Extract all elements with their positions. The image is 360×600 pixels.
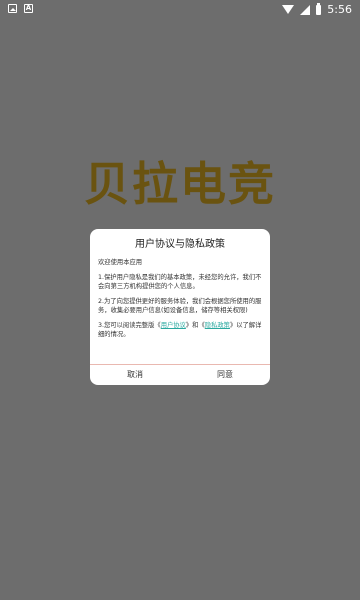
privacy-dialog: 用户协议与隐私政策 欢迎使用本应用 1.保护用户隐私是我们的基本政策，未经您的允… [90,229,270,385]
notification-icons: A [8,4,33,13]
status-bar: A 5:56 [0,0,360,20]
status-time: 5:56 [327,3,352,16]
dialog-body: 欢迎使用本应用 1.保护用户隐私是我们的基本政策，未经您的允许，我们不会向第三方… [90,252,270,339]
dialog-paragraph-2: 2.为了向您提供更好的服务体验，我们会根据您所使用的服务，收集必要用户信息(如设… [98,298,262,314]
agree-button[interactable]: 同意 [180,365,270,385]
user-agreement-link[interactable]: 用户协议 [161,322,186,329]
wifi-icon [282,5,295,14]
brand-logo-text: 贝拉电竞 [84,157,276,211]
system-icons: 5:56 [282,2,352,16]
privacy-policy-link[interactable]: 隐私政策 [205,322,230,329]
signal-icon [300,4,311,15]
battery-icon [316,2,322,15]
dialog-greeting: 欢迎使用本应用 [98,259,143,266]
a-notification-icon: A [24,4,33,13]
image-notification-icon [8,4,17,13]
dialog-paragraph-1: 1.保护用户隐私是我们的基本政策，未经您的允许，我们不会向第三方机构提供您的个人… [98,274,262,290]
dialog-buttons: 取消 同意 [90,365,270,385]
p3-mid: 》和《 [185,322,205,329]
dialog-title: 用户协议与隐私政策 [135,239,225,250]
p3-prefix: 3.您可以阅读完整版《 [98,322,161,329]
dialog-paragraph-3: 3.您可以阅读完整版《用户协议》和《隐私政策》以了解详细的情况。 [98,321,262,339]
cancel-button[interactable]: 取消 [90,365,180,385]
